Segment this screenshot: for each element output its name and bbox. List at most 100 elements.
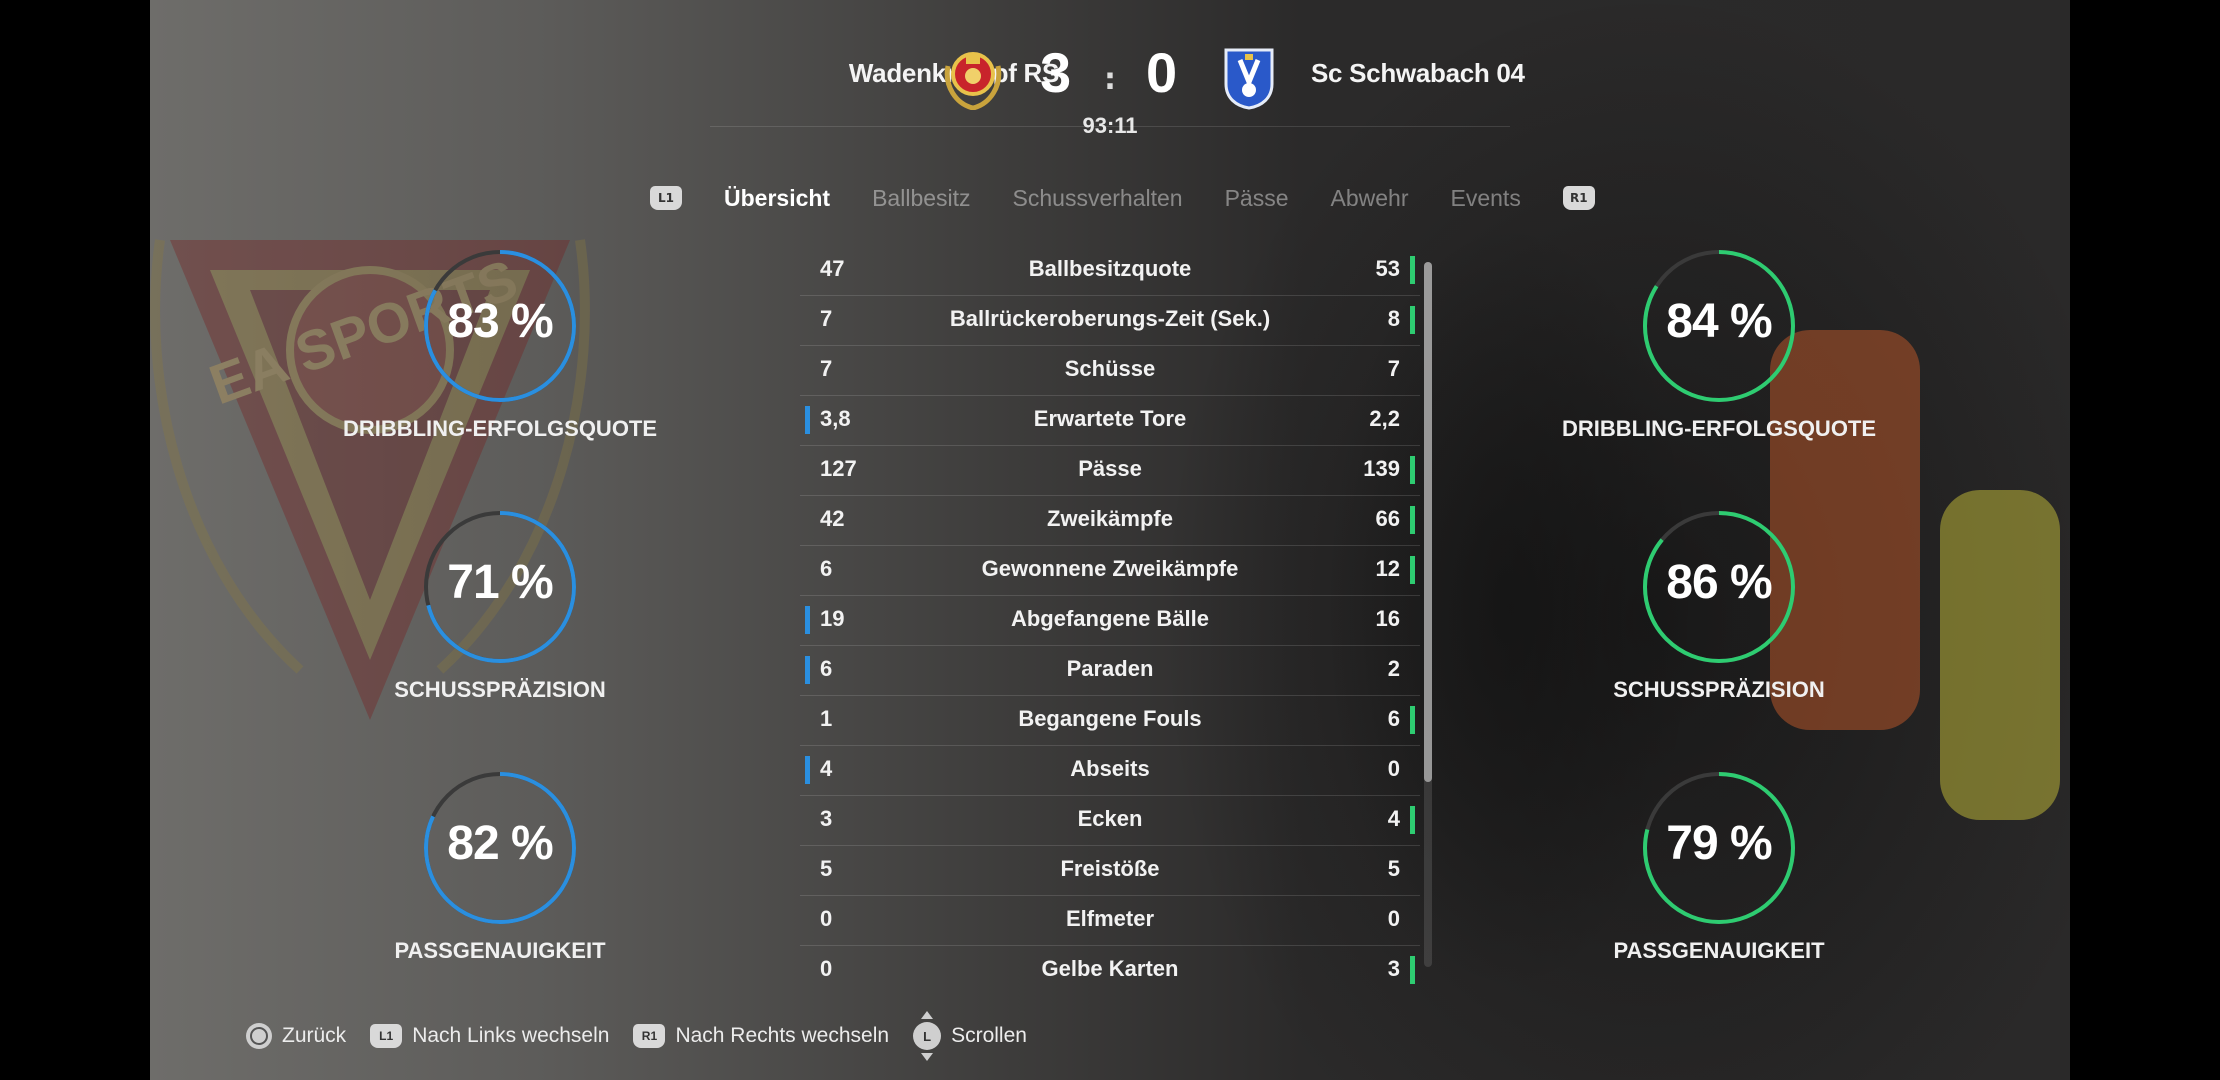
stat-name: Ballbesitzquote	[1028, 256, 1192, 281]
switch-right-hint[interactable]: R1 Nach Rechts wechseln	[633, 1024, 889, 1048]
away-stat-value: 3	[1387, 956, 1400, 981]
home-stat-value: 3,8	[820, 406, 851, 431]
stat-name: Elfmeter	[1065, 906, 1155, 931]
tab-ballbesitz[interactable]: Ballbesitz	[872, 185, 970, 212]
stat-name: Zweikämpfe	[1047, 506, 1173, 531]
away-lead-bar	[1410, 306, 1415, 334]
back-label: Zurück	[282, 1024, 347, 1047]
l1-button-icon: L1	[370, 1024, 403, 1048]
scroll-hint[interactable]: L Scrollen	[913, 1011, 1027, 1061]
stat-name: Abgefangene Bälle	[1010, 606, 1210, 631]
home-team-crest-icon	[944, 52, 1002, 110]
ring-label: DRIBBLING-ERFOLGSQUOTE	[1561, 416, 1877, 441]
stat-row: 42 Zweikämpfe 66	[800, 496, 1420, 546]
home-stat-value: 3	[820, 806, 833, 831]
away-stat-value: 6	[1387, 706, 1400, 731]
ring-value: 82 %	[447, 817, 553, 870]
away-lead-bar	[1410, 956, 1415, 984]
home-pass-accuracy-ring: 82 % PASSGENAUIGKEIT	[340, 768, 660, 964]
stat-row: 127 Pässe 139	[800, 446, 1420, 496]
away-stat-value: 53	[1375, 256, 1400, 281]
r1-button-icon[interactable]: R1	[1562, 186, 1595, 210]
away-stat-value: 2,2	[1369, 406, 1400, 431]
stat-name: Schüsse	[1064, 356, 1156, 381]
home-stat-value: 6	[820, 656, 833, 681]
stat-name: Begangene Fouls	[1018, 706, 1202, 731]
stat-name: Gewonnene Zweikämpfe	[981, 556, 1239, 581]
home-lead-bar	[805, 656, 810, 684]
home-stat-value: 6	[820, 556, 833, 581]
stat-row: 1 Begangene Fouls 6	[800, 696, 1420, 746]
away-stat-value: 5	[1387, 856, 1400, 881]
away-lead-bar	[1410, 806, 1415, 834]
ring-label: PASSGENAUIGKEIT	[1613, 938, 1825, 963]
away-lead-bar	[1410, 506, 1415, 534]
stat-name: Pässe	[1078, 456, 1142, 481]
r1-button-icon: R1	[633, 1024, 666, 1048]
stat-name: Gelbe Karten	[1041, 956, 1179, 981]
background-vest-yellow	[1940, 490, 2060, 820]
tab-abwehr[interactable]: Abwehr	[1331, 185, 1409, 212]
switch-right-label: Nach Rechts wechseln	[675, 1024, 890, 1047]
home-stat-value: 19	[820, 606, 845, 631]
l1-button-icon[interactable]: L1	[650, 186, 682, 210]
stat-name: Ecken	[1077, 806, 1143, 831]
home-stat-value: 0	[820, 956, 833, 981]
stat-name: Erwartete Tore	[1033, 406, 1187, 431]
score-separator: :	[1104, 62, 1116, 97]
home-lead-bar	[805, 756, 810, 784]
circle-button-icon	[246, 1023, 272, 1049]
home-stat-value: 7	[820, 356, 833, 381]
switch-left-label: Nach Links wechseln	[412, 1024, 610, 1047]
stats-table[interactable]: 47 Ballbesitzquote 53 7 Ballrückeroberungs-…	[800, 246, 1420, 995]
away-lead-bar	[1410, 556, 1415, 584]
back-hint[interactable]: Zurück	[246, 1023, 346, 1049]
tab-paesse[interactable]: Pässe	[1225, 185, 1289, 212]
ring-label: SCHUSSPRÄZISION	[1613, 677, 1825, 702]
tab-events[interactable]: Events	[1451, 185, 1521, 212]
stick-up-arrow-icon	[921, 1011, 934, 1019]
home-lead-bar	[805, 406, 810, 434]
stat-row: 5 Freistöße 5	[800, 846, 1420, 896]
away-stat-value: 0	[1387, 756, 1400, 781]
home-stat-value: 127	[820, 456, 857, 481]
home-stat-value: 7	[820, 306, 833, 331]
stat-name: Freistöße	[1060, 856, 1160, 881]
home-stat-value: 0	[820, 906, 833, 931]
away-lead-bar	[1410, 706, 1415, 734]
stat-row: 19 Abgefangene Bälle 16	[800, 596, 1420, 646]
away-stat-value: 7	[1387, 356, 1400, 381]
away-shot-accuracy-ring: 86 % SCHUSSPRÄZISION	[1559, 507, 1879, 703]
stats-scrollbar[interactable]	[1424, 262, 1432, 967]
away-stat-value: 2	[1387, 656, 1400, 681]
stat-row: 4 Abseits 0	[800, 746, 1420, 796]
stat-row: 47 Ballbesitzquote 53	[800, 246, 1420, 296]
away-stat-value: 12	[1375, 556, 1400, 581]
stat-row: 3 Ecken 4	[800, 796, 1420, 846]
home-stat-value: 1	[820, 706, 833, 731]
away-stat-value: 8	[1387, 306, 1400, 331]
stat-row: 0 Elfmeter 0	[800, 896, 1420, 946]
home-dribbling-ring: 83 % DRIBBLING-ERFOLGSQUOTE	[340, 246, 660, 442]
tab-uebersicht[interactable]: Übersicht	[724, 185, 830, 212]
ring-label: DRIBBLING-ERFOLGSQUOTE	[342, 416, 658, 441]
away-stat-value: 139	[1363, 456, 1400, 481]
scrollbar-thumb[interactable]	[1424, 262, 1432, 782]
away-lead-bar	[1410, 456, 1415, 484]
tab-schussverhalten[interactable]: Schussverhalten	[1013, 185, 1183, 212]
switch-left-hint[interactable]: L1 Nach Links wechseln	[370, 1024, 609, 1048]
stat-row: 7 Schüsse 7	[800, 346, 1420, 396]
away-stat-value: 66	[1375, 506, 1400, 531]
left-stick-icon: L	[913, 1011, 942, 1061]
stick-down-arrow-icon	[921, 1053, 934, 1061]
stat-name: Abseits	[1070, 756, 1150, 781]
away-score: 0	[1146, 41, 1178, 104]
away-stat-value: 4	[1387, 806, 1400, 831]
ring-value: 83 %	[447, 295, 553, 348]
stat-name: Ballrückeroberungs-Zeit (Sek.)	[949, 306, 1271, 331]
stat-row: 0 Gelbe Karten 3	[800, 946, 1420, 995]
ring-value: 84 %	[1666, 295, 1772, 348]
home-score: 3	[1040, 41, 1072, 104]
ring-label: PASSGENAUIGKEIT	[394, 938, 606, 963]
away-stat-value: 0	[1387, 906, 1400, 931]
